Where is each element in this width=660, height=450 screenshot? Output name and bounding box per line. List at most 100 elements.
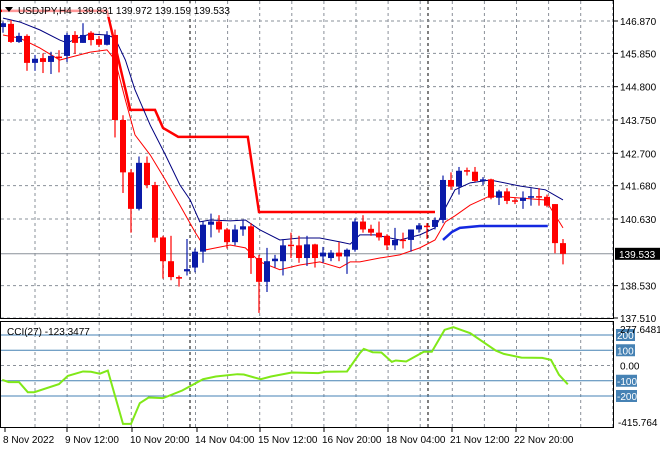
bullish-candle	[320, 252, 326, 257]
bearish-candle	[56, 56, 62, 59]
cci-level-label: 100	[617, 346, 634, 357]
bearish-candle	[536, 196, 542, 198]
chart-marks	[1, 9, 566, 313]
bullish-candle	[528, 196, 534, 198]
time-axis-label: 22 Nov 20:00	[514, 435, 574, 446]
bullish-candle	[16, 35, 22, 42]
bearish-candle	[40, 58, 46, 62]
cci-line	[1, 326, 569, 425]
grid	[1, 1, 614, 427]
bearish-candle	[8, 23, 14, 42]
cci-zero-label: 0.00	[620, 362, 640, 373]
bearish-candle	[216, 221, 222, 230]
bullish-candle	[240, 226, 246, 230]
bearish-candle	[224, 229, 230, 243]
bullish-candle	[192, 251, 198, 268]
price-axis-label: 140.630	[620, 215, 657, 226]
bearish-candle	[248, 226, 254, 259]
bearish-candle	[384, 235, 390, 246]
bearish-candle	[256, 258, 262, 282]
price-axis-label: 141.680	[620, 182, 657, 193]
bullish-candle	[344, 249, 350, 257]
bearish-candle	[360, 221, 366, 230]
bullish-candle	[200, 224, 206, 252]
bullish-candle	[184, 269, 190, 272]
bullish-candle	[328, 252, 334, 259]
bullish-candle	[440, 179, 446, 220]
time-axis-label: 18 Nov 04:00	[386, 435, 446, 446]
upper-band-line	[2, 17, 564, 245]
time-axis-label: 14 Nov 04:00	[195, 435, 255, 446]
bearish-candle	[288, 244, 294, 247]
time-axis-label: 15 Nov 12:00	[258, 435, 318, 446]
bullish-candle	[480, 179, 486, 181]
bearish-candle	[552, 204, 558, 244]
time-axis: 8 Nov 2022 9 Nov 12:00 10 Nov 20:00 14 Nov …	[3, 428, 574, 446]
cci-level-label: -200	[617, 392, 637, 403]
price-axis: 146.870 145.850 144.800 143.750 142.700 141.6…	[614, 17, 660, 429]
bullish-candle	[416, 225, 422, 230]
price-axis-label: 145.850	[620, 49, 657, 60]
bearish-candle	[368, 228, 374, 233]
bearish-candle	[88, 32, 94, 41]
bearish-candle	[544, 196, 550, 206]
bearish-candle	[112, 34, 118, 120]
price-axis-label: 138.530	[620, 282, 657, 293]
price-axis-label: 144.800	[620, 83, 657, 94]
bearish-candle	[96, 39, 102, 45]
bullish-candle	[496, 191, 502, 198]
cci-plot-border	[0, 321, 614, 428]
time-axis-label: 16 Nov 20:00	[322, 435, 382, 446]
price-axis-label: 142.700	[620, 149, 657, 160]
bearish-candle	[448, 179, 454, 187]
bullish-candle	[104, 34, 110, 45]
bearish-candle	[152, 185, 158, 238]
bearish-candle	[312, 244, 318, 259]
cci-min-label: -415.764	[618, 418, 658, 429]
time-axis-label: 8 Nov 2022	[3, 435, 55, 446]
price-axis-label: 143.750	[620, 116, 657, 127]
bullish-candle	[64, 34, 70, 56]
bearish-candle	[504, 191, 510, 201]
price-chart[interactable]: USDJPY,H4 139.831 139.972 139.159 139.53…	[0, 0, 660, 450]
bullish-candle	[80, 34, 86, 43]
bearish-candle	[512, 200, 518, 202]
bullish-candle	[304, 244, 310, 259]
bearish-candle	[296, 245, 302, 259]
bullish-candle	[352, 221, 358, 250]
bullish-candle	[392, 239, 398, 246]
bearish-candle	[144, 162, 150, 186]
bearish-candle	[176, 277, 182, 279]
bullish-candle	[232, 229, 238, 243]
price-axis-label: 146.870	[620, 17, 657, 28]
lower-band-line	[2, 34, 564, 271]
price-axis-label: 137.510	[620, 314, 657, 325]
bullish-candle	[48, 55, 54, 62]
cci-label: CCI(27) -123.3477	[7, 327, 90, 338]
bearish-candle	[472, 171, 478, 181]
cci-max-label: 277.6481	[620, 325, 660, 336]
bullish-candle	[208, 221, 214, 225]
bearish-candle	[560, 243, 566, 254]
bullish-candle	[32, 58, 38, 63]
bullish-candle	[280, 245, 286, 262]
bullish-candle	[432, 219, 438, 227]
symbol-timeframe: USDJPY,H4	[18, 6, 72, 17]
bearish-candle	[24, 35, 30, 63]
time-axis-label: 9 Nov 12:00	[65, 435, 119, 446]
bearish-candle	[160, 237, 166, 262]
bullish-candle	[456, 170, 462, 187]
cci-level-label: -100	[617, 377, 637, 388]
bullish-candle	[272, 258, 278, 262]
bearish-candle	[400, 239, 406, 242]
bullish-candle	[408, 229, 414, 240]
bearish-candle	[128, 172, 134, 209]
bearish-candle	[336, 252, 342, 257]
bullish-candle	[520, 197, 526, 201]
main-plot-border	[0, 0, 614, 319]
bearish-candle	[376, 232, 382, 238]
step-line-blue	[442, 224, 548, 241]
bearish-candle	[464, 170, 470, 172]
bearish-candle	[120, 120, 126, 173]
bullish-candle	[264, 261, 270, 282]
